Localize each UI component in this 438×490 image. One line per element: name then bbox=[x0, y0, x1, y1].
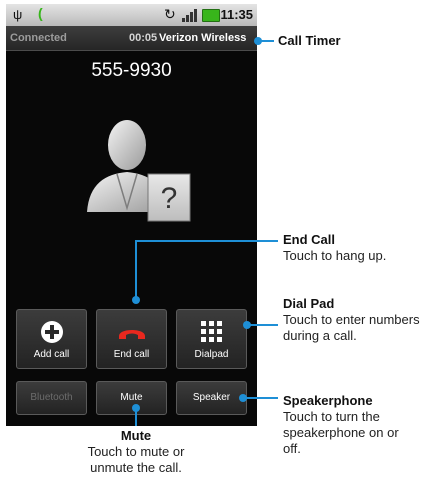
sync-icon: ↻ bbox=[164, 6, 176, 22]
usb-icon: ψ bbox=[13, 7, 23, 22]
end-call-line-v bbox=[135, 240, 137, 298]
end-call-callout-title: End Call bbox=[283, 232, 336, 247]
call-timer-callout: Call Timer bbox=[278, 33, 341, 49]
mute-callout-desc: Touch to mute or unmute the call. bbox=[87, 444, 185, 475]
dialpad-icon bbox=[200, 321, 222, 342]
svg-text:?: ? bbox=[161, 182, 178, 215]
phone-screen: ψ ( ↻ 11:35 Connected 00:05 Verizon Wire… bbox=[6, 4, 257, 426]
battery-icon bbox=[202, 9, 220, 22]
mute-callout-title: Mute bbox=[120, 428, 152, 443]
dial-pad-callout: Dial Pad Touch to enter numbers during a… bbox=[283, 296, 435, 344]
end-call-line-h bbox=[135, 240, 278, 242]
dialpad-label: Dialpad bbox=[194, 349, 229, 360]
speaker-label: Speaker bbox=[192, 392, 231, 403]
call-state: Connected bbox=[10, 32, 67, 44]
speakerphone-callout-title: Speakerphone bbox=[283, 393, 373, 408]
speakerphone-callout: Speakerphone Touch to turn the speakerph… bbox=[283, 393, 411, 457]
signal-icon bbox=[182, 9, 198, 22]
contact-avatar: ? bbox=[87, 120, 191, 222]
dial-pad-callout-desc: Touch to enter numbers during a call. bbox=[283, 312, 420, 343]
phone-number: 555-9930 bbox=[91, 60, 172, 81]
add-call-label: Add call bbox=[33, 349, 70, 360]
end-call-button[interactable]: End call bbox=[96, 309, 167, 369]
call-info-bar: Connected 00:05 Verizon Wireless bbox=[6, 26, 257, 51]
speakerphone-callout-desc: Touch to turn the speakerphone on or off… bbox=[283, 409, 399, 456]
call-timer-callout-title: Call Timer bbox=[278, 33, 341, 48]
dial-pad-callout-title: Dial Pad bbox=[283, 296, 335, 311]
end-call-icon bbox=[118, 330, 145, 339]
mute-label: Mute bbox=[120, 392, 143, 403]
call-timer-line bbox=[258, 40, 274, 42]
end-call-label: End call bbox=[113, 349, 150, 360]
dialpad-button[interactable]: Dialpad bbox=[176, 309, 247, 369]
mute-callout: Mute Touch to mute or unmute the call. bbox=[66, 428, 206, 476]
plus-icon bbox=[40, 321, 63, 343]
speaker-button[interactable]: Speaker bbox=[176, 381, 247, 415]
add-call-button[interactable]: Add call bbox=[16, 309, 87, 369]
status-time: 11:35 bbox=[220, 7, 253, 22]
speakerphone-line bbox=[243, 397, 278, 399]
end-call-callout-desc: Touch to hang up. bbox=[283, 248, 387, 263]
end-call-callout: End Call Touch to hang up. bbox=[283, 232, 433, 264]
bluetooth-button[interactable]: Bluetooth bbox=[16, 381, 87, 415]
mute-line bbox=[135, 408, 137, 426]
status-bar: ψ ( ↻ 11:35 bbox=[6, 4, 257, 26]
carrier-name: Verizon Wireless bbox=[159, 32, 247, 44]
call-icon: ( bbox=[38, 5, 43, 21]
dial-pad-line bbox=[247, 324, 278, 326]
bluetooth-label: Bluetooth bbox=[30, 392, 73, 403]
call-timer: 00:05 bbox=[129, 32, 158, 44]
